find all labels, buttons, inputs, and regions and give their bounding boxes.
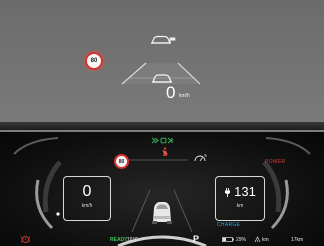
speed-readout: 0 km/h xyxy=(63,176,111,221)
odometer-unit: km xyxy=(262,237,269,243)
status-bar: READY 18℃ P 29% km 17km xyxy=(0,234,324,246)
speed-unit: km/h xyxy=(81,203,93,209)
instrument-cluster: 80 POWER 0 km/h 131 km CHARGE READY 18℃ … xyxy=(0,132,324,246)
seatbelt-warning-icon xyxy=(162,147,168,156)
cluster-speed-limit-sign: 80 xyxy=(114,154,129,169)
car-icon xyxy=(152,202,172,224)
adas-icon xyxy=(151,137,173,144)
trip-distance: 17km xyxy=(291,237,304,243)
range-readout: 131 km xyxy=(215,176,265,221)
hud-speed-unit: km/h xyxy=(179,93,190,99)
battery-icon xyxy=(222,237,234,242)
plug-icon xyxy=(225,187,231,197)
outside-temperature: 18℃ xyxy=(127,237,139,243)
lane-guide-icon xyxy=(121,62,201,85)
cruise-control-icon xyxy=(194,154,207,162)
flag-icon xyxy=(169,37,176,43)
ready-indicator: READY xyxy=(110,237,128,243)
odometer-icon xyxy=(254,236,261,243)
range-unit: km xyxy=(236,203,244,209)
head-up-display: 80 0 km/h xyxy=(0,0,324,122)
range-value: 131 xyxy=(234,184,256,199)
charge-label: CHARGE xyxy=(217,222,241,228)
power-label: POWER xyxy=(265,159,286,165)
battery-percentage: 29% xyxy=(236,237,247,243)
hud-speed-limit-sign: 80 xyxy=(85,52,103,70)
hud-speed-limit-value: 80 xyxy=(90,58,98,64)
gear-indicator: P xyxy=(193,234,200,244)
hud-speed-value: 0 xyxy=(166,83,176,102)
speed-value: 0 xyxy=(82,183,92,200)
brake-warning-icon xyxy=(21,236,30,243)
cluster-speed-limit-value: 80 xyxy=(118,158,125,165)
